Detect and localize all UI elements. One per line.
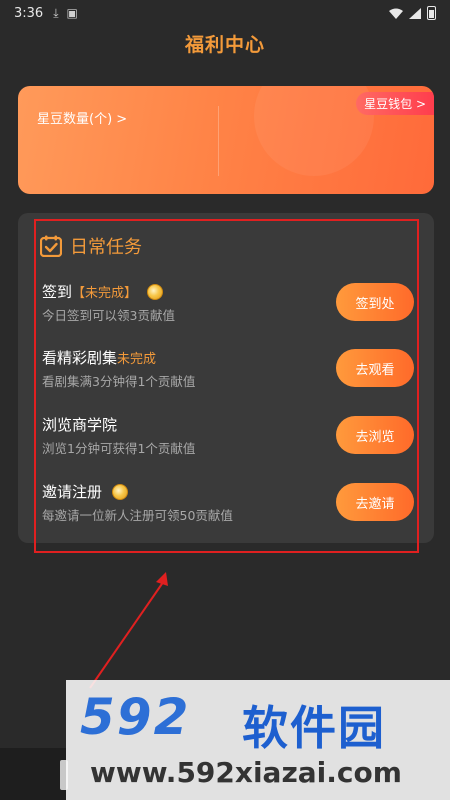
coin-icon [112, 483, 129, 500]
task-desc: 每邀请一位新人注册可领50贡献值 [42, 508, 233, 523]
task-name: 签到 【未完成】 [42, 281, 164, 302]
watch-button[interactable]: 去观看 [336, 349, 414, 387]
checkin-button[interactable]: 签到处 [336, 283, 414, 321]
stardou-wallet-link[interactable]: 星豆钱包 > [356, 92, 434, 115]
task-desc: 看剧集满3分钟得1个贡献值 [42, 374, 196, 389]
status-bar: 3:36 ⤓ ▣ [0, 0, 450, 26]
watermark-logo-number: 592 [80, 688, 191, 746]
battery-icon [427, 6, 436, 20]
task-desc: 浏览1分钟可获得1个贡献值 [42, 441, 196, 456]
bottom-bar [0, 748, 66, 800]
page-title: 福利中心 [184, 34, 265, 56]
browse-button[interactable]: 去浏览 [336, 416, 414, 454]
card-divider [218, 106, 219, 176]
task-row-checkin: 签到 【未完成】 今日签到可以领3贡献值 签到处 [42, 281, 414, 331]
task-name: 邀请注册 [42, 481, 129, 502]
download-icon: ⤓ [53, 5, 59, 20]
coin-icon [147, 283, 164, 300]
shield-icon: ▣ [66, 6, 78, 20]
invite-button[interactable]: 去邀请 [336, 483, 414, 521]
task-row-watch: 看精彩剧集 未完成 看剧集满3分钟得1个贡献值 去观看 [42, 347, 414, 397]
task-name: 浏览商学院 [42, 414, 117, 435]
task-title: 看精彩剧集 [42, 349, 118, 367]
tasks-title: 日常任务 [70, 237, 142, 258]
calendar-check-icon [40, 235, 62, 257]
task-row-invite: 邀请注册 每邀请一位新人注册可领50贡献值 去邀请 [42, 481, 414, 531]
watermark: 592 软件园 www.592xiazai.com [66, 680, 450, 800]
wifi-icon [389, 8, 403, 19]
task-desc: 今日签到可以领3贡献值 [42, 308, 175, 323]
status-right [389, 6, 436, 20]
signal-icon [409, 7, 421, 19]
stardou-count-link[interactable]: 星豆数量(个) > [37, 108, 127, 127]
task-status: 【未完成】 [72, 286, 138, 301]
task-title: 浏览商学院 [42, 416, 118, 434]
task-status: 未完成 [117, 352, 157, 367]
watermark-logo-text: 软件园 [242, 701, 386, 755]
watermark-url: www.592xiazai.com [90, 756, 402, 789]
task-name: 看精彩剧集 未完成 [42, 347, 156, 368]
tasks-header: 日常任务 [40, 233, 142, 259]
stardou-card: 星豆数量(个) > 星豆钱包 > [18, 86, 434, 194]
task-row-browse: 浏览商学院 浏览1分钟可获得1个贡献值 去浏览 [42, 414, 414, 464]
task-title: 邀请注册 [42, 483, 103, 501]
task-title: 签到 [42, 283, 73, 301]
daily-tasks-panel: 日常任务 签到 【未完成】 今日签到可以领3贡献值 签到处 看精彩剧集 未完成 … [18, 213, 434, 543]
status-time: 3:36 [14, 5, 44, 21]
